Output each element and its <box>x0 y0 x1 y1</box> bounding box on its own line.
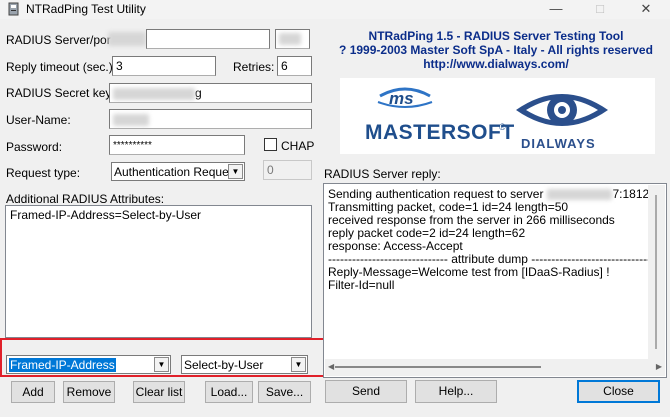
redacted-secret <box>113 87 195 100</box>
maximize-button[interactable]: □ <box>578 0 622 19</box>
attr-name-select[interactable]: Framed-IP-Address ▼ <box>6 355 171 374</box>
reply-label: RADIUS Server reply: <box>324 167 441 181</box>
chap-label: CHAP <box>281 139 315 153</box>
about-title: NTRadPing 1.5 - RADIUS Server Testing To… <box>368 29 624 43</box>
attr-name-value: Framed-IP-Address <box>9 358 116 372</box>
server-input[interactable] <box>146 29 270 49</box>
mastersoft-logo-text: MASTERSOFT <box>365 121 515 144</box>
registered-mark: ® <box>499 122 506 132</box>
password-label: Password: <box>6 140 63 154</box>
close-button[interactable]: Close <box>577 380 660 403</box>
scroll-thumb[interactable] <box>335 366 541 368</box>
attributes-list[interactable]: Framed-IP-Address=Select-by-User <box>5 205 312 338</box>
redacted-username <box>113 113 149 126</box>
help-button[interactable]: Help... <box>415 380 497 403</box>
mastersoft-logo-ms: ms <box>389 89 414 108</box>
scroll-left-icon[interactable]: ◀ <box>328 362 334 371</box>
minimize-button[interactable]: — <box>534 0 578 19</box>
about-url[interactable]: http://www.dialways.com/ <box>324 57 668 71</box>
retries-input[interactable]: 6 <box>277 56 312 76</box>
reply-line1-end: 7:1812 <box>612 187 650 201</box>
about-copyright: ? 1999-2003 Master Soft SpA - Italy - Al… <box>339 43 653 57</box>
about-header: NTRadPing 1.5 - RADIUS Server Testing To… <box>324 29 668 71</box>
close-window-button[interactable]: ✕ <box>624 0 668 19</box>
horizontal-scrollbar[interactable]: ◀ ▶ <box>325 359 665 376</box>
server-label: RADIUS Server/por <box>6 33 111 47</box>
attributes-label: Additional RADIUS Attributes: <box>6 192 165 206</box>
scroll-right-icon[interactable]: ▶ <box>656 362 662 371</box>
secret-value-tail: g <box>195 86 202 100</box>
reply-line: Filter-Id=null <box>328 278 395 292</box>
password-input[interactable]: ********** <box>109 135 245 155</box>
timeout-label: Reply timeout (sec.): <box>6 60 117 74</box>
attr-value-select[interactable]: Select-by-User ▼ <box>181 355 308 374</box>
send-button[interactable]: Send <box>325 380 407 403</box>
remove-button[interactable]: Remove <box>63 381 115 403</box>
dialways-logo-text: DIALWAYS <box>521 136 596 151</box>
redacted-server <box>108 32 146 46</box>
vertical-scrollbar[interactable] <box>648 185 665 359</box>
chevron-down-icon[interactable]: ▼ <box>154 357 169 372</box>
request-type-select[interactable]: Authentication Request ▼ <box>111 162 245 181</box>
chevron-down-icon[interactable]: ▼ <box>291 357 306 372</box>
chevron-down-icon[interactable]: ▼ <box>228 164 243 179</box>
redacted-server-ip <box>547 189 613 201</box>
chap-checkbox[interactable] <box>264 138 277 151</box>
reply-textarea[interactable]: Sending authentication request to server… <box>323 183 667 378</box>
username-input[interactable] <box>109 109 312 129</box>
request-number-input: 0 <box>263 160 312 180</box>
port-input[interactable] <box>275 29 310 49</box>
load-button[interactable]: Load... <box>205 381 253 403</box>
attr-value-value: Select-by-User <box>184 358 264 372</box>
username-label: User-Name: <box>6 113 71 127</box>
retries-label: Retries: <box>233 60 275 74</box>
reply-content: Sending authentication request to server… <box>324 184 666 292</box>
add-button[interactable]: Add <box>11 381 55 403</box>
save-button[interactable]: Save... <box>258 381 311 403</box>
window-title: NTRadPing Test Utility <box>26 2 146 16</box>
reply-line1-start: Sending authentication request to server <box>328 187 544 201</box>
attribute-list-item[interactable]: Framed-IP-Address=Select-by-User <box>10 209 307 222</box>
timeout-input[interactable]: 3 <box>112 56 216 76</box>
scroll-thumb[interactable] <box>655 195 657 349</box>
request-type-label: Request type: <box>6 166 81 180</box>
secret-input[interactable]: g <box>109 83 312 103</box>
clear-list-button[interactable]: Clear list <box>133 381 185 403</box>
redacted-port <box>279 33 301 45</box>
dialways-eye-logo <box>516 94 608 126</box>
request-type-value: Authentication Request <box>114 165 239 179</box>
app-icon <box>8 2 19 16</box>
secret-label: RADIUS Secret key: <box>6 86 115 100</box>
